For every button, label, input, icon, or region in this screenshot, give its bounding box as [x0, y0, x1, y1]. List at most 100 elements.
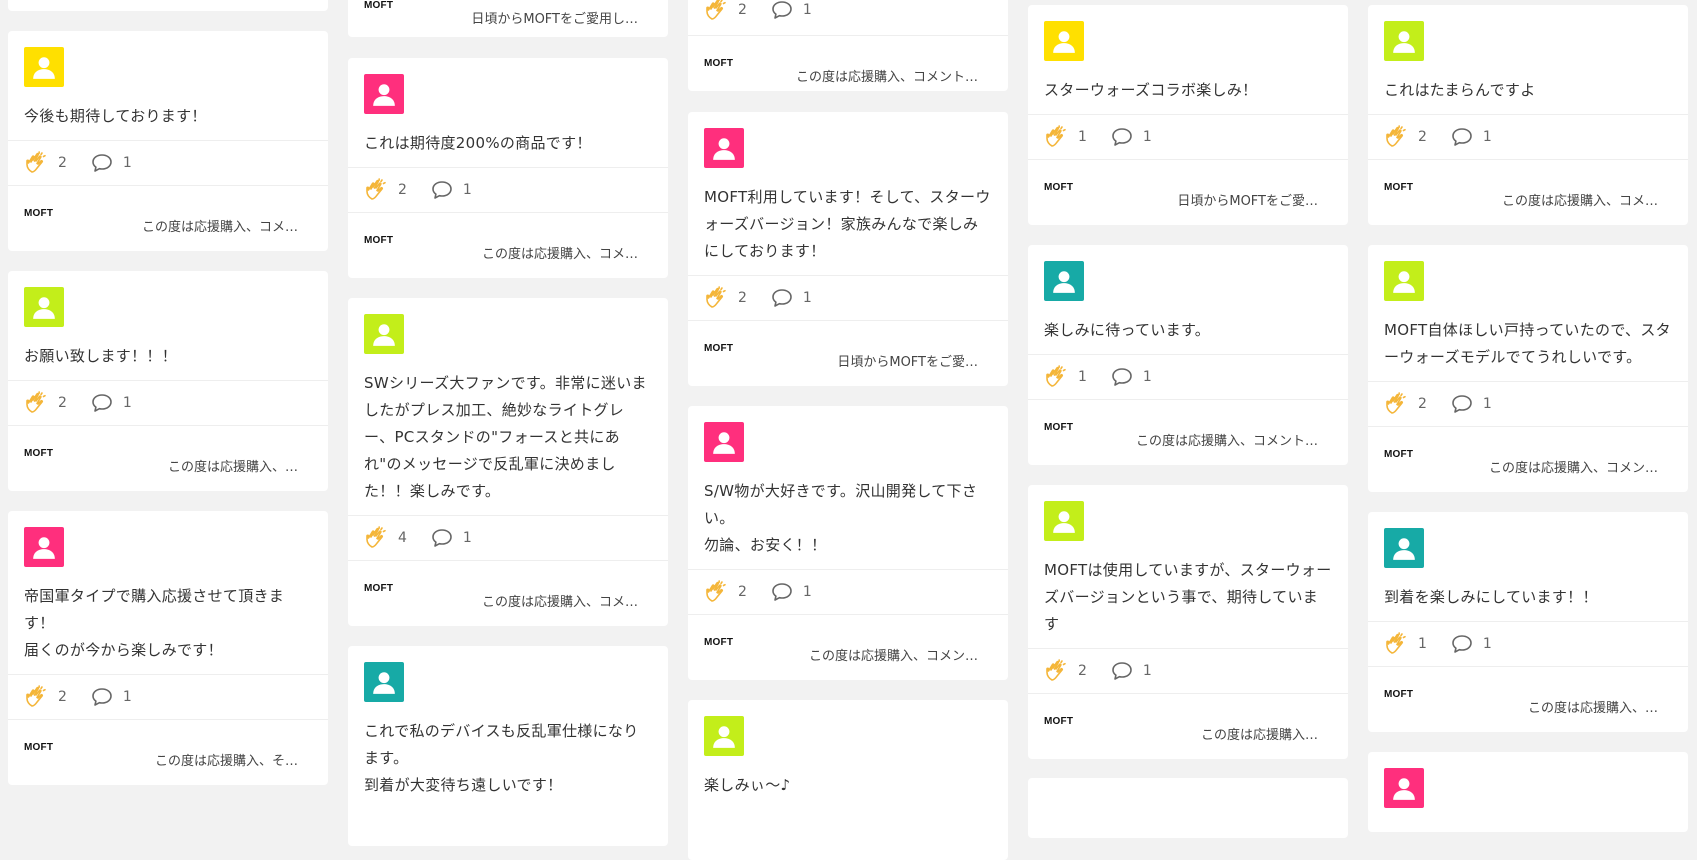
- comment-count: 1: [802, 290, 812, 306]
- comment-button[interactable]: 1: [1111, 127, 1152, 147]
- clap-button[interactable]: 2: [24, 685, 67, 709]
- comment-button[interactable]: 1: [1111, 661, 1152, 681]
- reply-text: 日頃からMOFTをご愛用し…: [471, 12, 638, 27]
- clap-icon: [1386, 632, 1406, 654]
- user-icon: [713, 726, 735, 748]
- avatar[interactable]: [704, 128, 744, 168]
- clap-button[interactable]: 1: [1044, 365, 1087, 389]
- moft-logo: MOFT: [704, 343, 734, 354]
- reply-preview[interactable]: MOFT 日頃からMOFTをご愛…: [1028, 159, 1348, 217]
- comment-count: 1: [122, 395, 132, 411]
- comment-button[interactable]: 1: [771, 582, 812, 602]
- speech-bubble-icon: [432, 529, 452, 547]
- comment-text: 今後も期待しております！: [24, 107, 207, 125]
- user-icon: [373, 84, 395, 106]
- comment-button[interactable]: 1: [1111, 367, 1152, 387]
- reply-preview[interactable]: MOFT この度は応援購入、…: [1368, 666, 1688, 724]
- moft-logo: MOFT: [1384, 182, 1414, 193]
- comment-text: SWシリーズ大ファンです。非常に迷いましたがプレス加工、絶妙なライトグレー、PC…: [364, 374, 647, 500]
- reply-preview[interactable]: MOFT この度は応援購入、コメン…: [1368, 426, 1688, 484]
- clap-button[interactable]: 2: [704, 0, 747, 22]
- reaction-bar: 2 1: [688, 275, 1008, 320]
- clap-count: 1: [1078, 129, 1087, 145]
- clap-icon: [366, 178, 386, 200]
- avatar[interactable]: [1044, 501, 1084, 541]
- moft-logo: MOFT: [364, 0, 394, 11]
- clap-button[interactable]: 2: [364, 178, 407, 202]
- reply-text: この度は応援購入、コメン…: [1488, 461, 1658, 476]
- avatar[interactable]: [364, 662, 404, 702]
- comment-button[interactable]: 1: [91, 393, 132, 413]
- clap-button[interactable]: 2: [24, 391, 67, 415]
- clap-button[interactable]: 2: [1044, 659, 1087, 683]
- reply-preview[interactable]: MOFT この度は応援購入、コメ…: [348, 560, 668, 618]
- clap-count: 2: [1418, 396, 1427, 412]
- avatar[interactable]: [704, 716, 744, 756]
- reply-preview[interactable]: MOFT この度は応援購入、コメント…: [688, 35, 1008, 91]
- avatar[interactable]: [24, 527, 64, 567]
- clap-count: 4: [398, 530, 407, 546]
- reaction-bar: 2 1: [688, 0, 1008, 35]
- clap-button[interactable]: 2: [704, 286, 747, 310]
- comment-text: これで私のデバイスも反乱軍仕様になります。 到着が大変待ち遠しいです！: [364, 722, 639, 794]
- reply-preview[interactable]: MOFT この度は応援購入、そ…: [8, 719, 328, 777]
- avatar[interactable]: [1044, 261, 1084, 301]
- avatar[interactable]: [1384, 768, 1424, 808]
- avatar[interactable]: [364, 314, 404, 354]
- reply-text: この度は応援購入、…: [167, 460, 298, 475]
- avatar[interactable]: [1044, 21, 1084, 61]
- avatar[interactable]: [1384, 528, 1424, 568]
- user-icon: [33, 537, 55, 559]
- comment-card-partial: MOFT 日頃からMOFTをご愛用し…: [348, 0, 668, 37]
- reaction-bar: 2 1: [1028, 648, 1348, 693]
- avatar[interactable]: [24, 287, 64, 327]
- comment-count: 1: [802, 2, 812, 18]
- moft-logo: MOFT: [24, 448, 54, 459]
- comment-button[interactable]: 1: [431, 528, 472, 548]
- reply-preview[interactable]: MOFT この度は応援購入、コメ…: [8, 185, 328, 243]
- reply-preview[interactable]: MOFT 日頃からMOFTをご愛…: [688, 320, 1008, 378]
- comment-count: 1: [1142, 663, 1152, 679]
- comment-button[interactable]: 1: [771, 288, 812, 308]
- user-icon: [373, 672, 395, 694]
- reply-preview[interactable]: MOFT この度は応援購入、コメ…: [1368, 159, 1688, 217]
- comment-button[interactable]: 1: [431, 180, 472, 200]
- avatar[interactable]: [364, 74, 404, 114]
- comment-text: 帝国軍タイプで購入応援させて頂きます！ 届くのが今から楽しみです！: [24, 587, 285, 659]
- reaction-bar: 1 1: [1028, 354, 1348, 399]
- clap-button[interactable]: 2: [1384, 125, 1427, 149]
- reply-preview[interactable]: MOFT この度は応援購入、コメント…: [1028, 399, 1348, 457]
- comment-button[interactable]: 1: [91, 153, 132, 173]
- reply-preview[interactable]: MOFT この度は応援購入、コメ…: [348, 212, 668, 270]
- clap-button[interactable]: 2: [1384, 392, 1427, 416]
- clap-count: 1: [1078, 369, 1087, 385]
- reply-preview[interactable]: MOFT 日頃からMOFTをご愛用し…: [348, 0, 668, 37]
- clap-button[interactable]: 2: [704, 580, 747, 604]
- comment-button[interactable]: 1: [91, 687, 132, 707]
- comment-button[interactable]: 1: [1451, 634, 1492, 654]
- reaction-bar: 2 1: [1368, 381, 1688, 426]
- comment-button[interactable]: 1: [1451, 394, 1492, 414]
- user-icon: [713, 138, 735, 160]
- clap-button[interactable]: 4: [364, 526, 407, 550]
- comment-button[interactable]: 1: [771, 0, 812, 20]
- avatar[interactable]: [24, 47, 64, 87]
- clap-button[interactable]: 1: [1044, 125, 1087, 149]
- clap-button[interactable]: 1: [1384, 632, 1427, 656]
- comment-card: MOFT利用しています！そして、スターウォーズバージョン！家族みんなで楽しみにし…: [688, 112, 1008, 386]
- avatar[interactable]: [1384, 21, 1424, 61]
- reply-preview[interactable]: MOFT この度は応援購入…: [1028, 693, 1348, 751]
- clap-button[interactable]: 2: [24, 151, 67, 175]
- clap-count: 2: [738, 290, 747, 306]
- comment-text: 楽しみに待っています。: [1044, 321, 1211, 339]
- user-icon: [1053, 271, 1075, 293]
- avatar[interactable]: [704, 422, 744, 462]
- avatar[interactable]: [1384, 261, 1424, 301]
- clap-icon: [26, 685, 46, 707]
- user-icon: [1393, 31, 1415, 53]
- comment-card-partial: [1028, 778, 1348, 838]
- moft-logo: MOFT: [24, 742, 54, 753]
- reply-preview[interactable]: MOFT この度は応援購入、コメン…: [688, 614, 1008, 672]
- reply-preview[interactable]: MOFT この度は応援購入、…: [8, 425, 328, 483]
- comment-button[interactable]: 1: [1451, 127, 1492, 147]
